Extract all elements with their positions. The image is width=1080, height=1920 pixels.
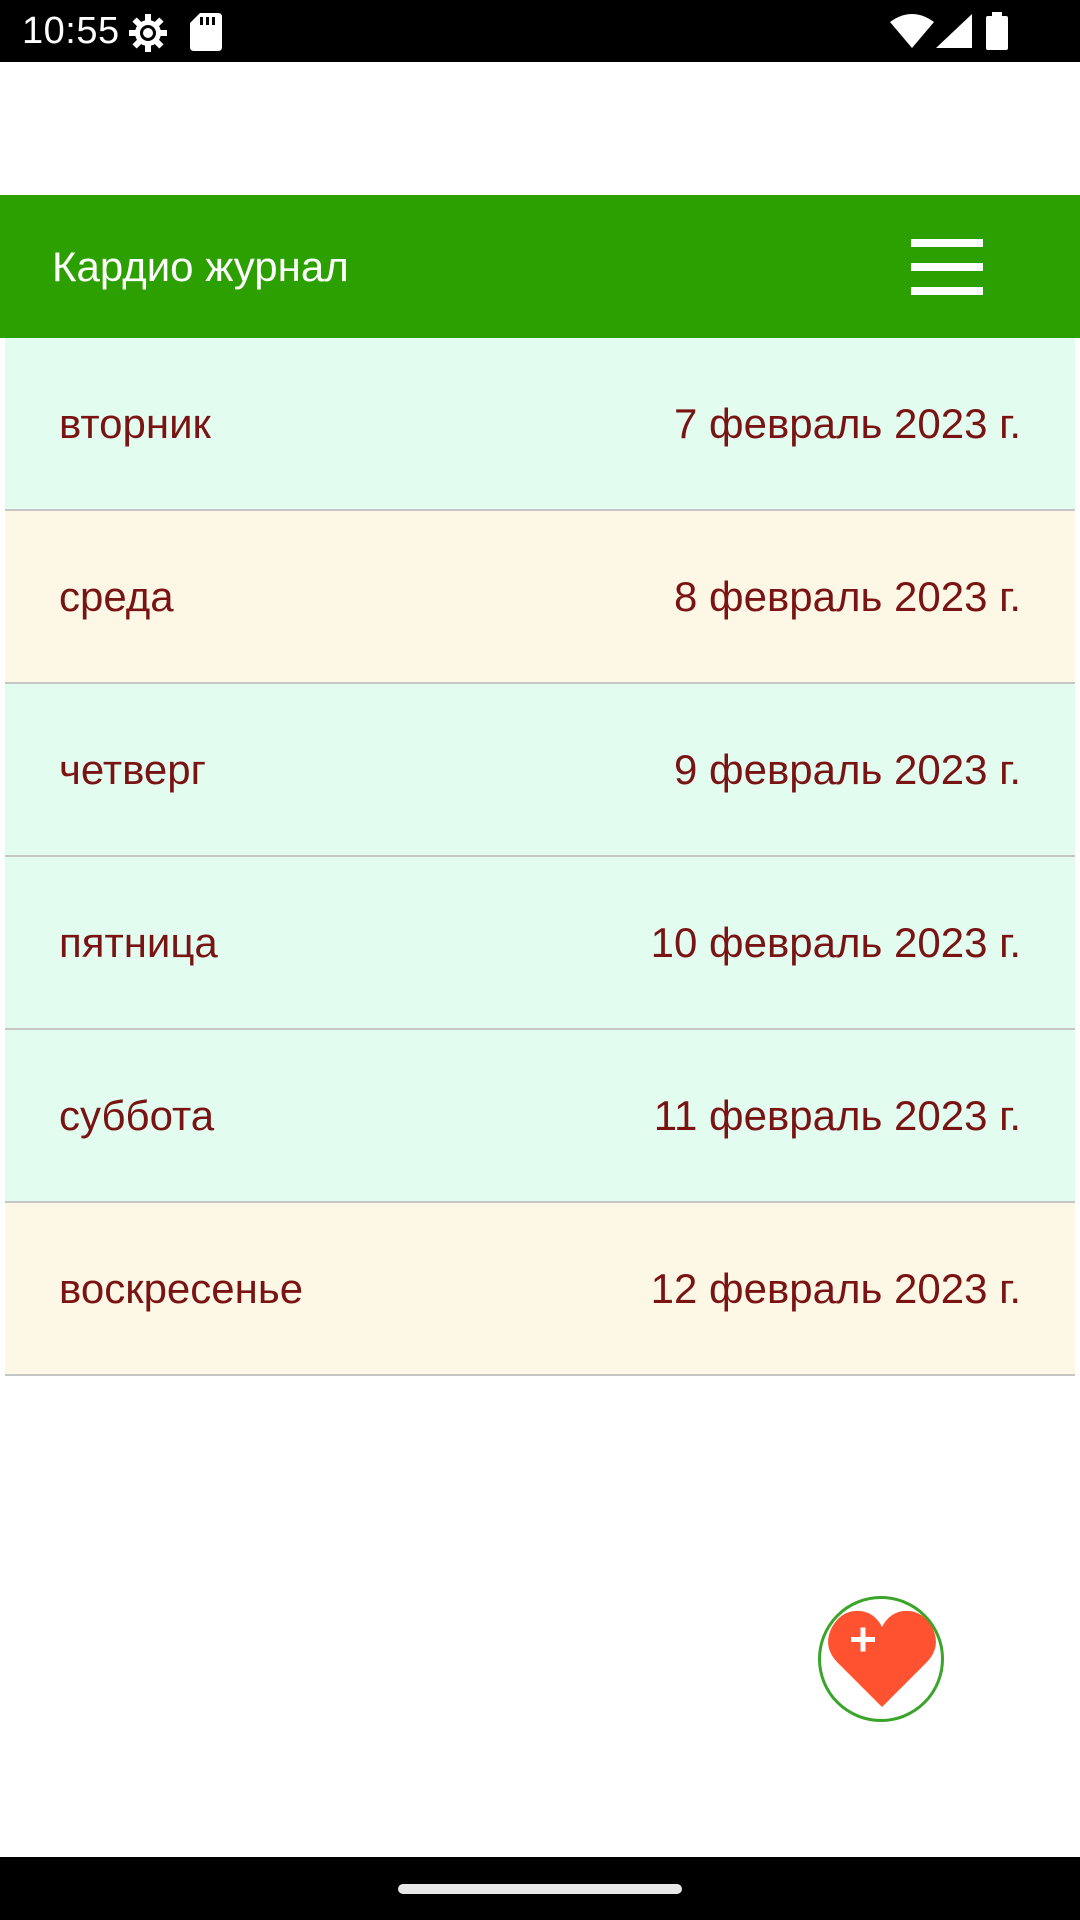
hamburger-menu-icon-bar <box>911 263 983 271</box>
cellular-signal-icon <box>936 14 972 48</box>
heart-plus-icon <box>828 1610 936 1707</box>
day-date: 10 февраль 2023 г. <box>650 919 1021 966</box>
day-name: пятница <box>59 919 218 966</box>
day-name: среда <box>59 573 174 620</box>
home-gesture-handle[interactable] <box>398 1884 682 1894</box>
screen: 10:55 Кардио журнал вторник 7 февраль 20… <box>0 0 1080 1920</box>
list-item[interactable]: воскресенье 12 февраль 2023 г. <box>5 1203 1075 1376</box>
day-date: 9 февраль 2023 г. <box>674 746 1021 793</box>
app-bar: Кардио журнал <box>0 195 1080 338</box>
list-item[interactable]: среда 8 февраль 2023 г. <box>5 511 1075 684</box>
day-date: 12 февраль 2023 г. <box>650 1265 1021 1312</box>
day-date: 8 февраль 2023 г. <box>674 573 1021 620</box>
hamburger-menu-icon-bar <box>911 287 983 295</box>
add-entry-fab[interactable] <box>818 1596 944 1722</box>
day-name: суббота <box>59 1092 215 1139</box>
sd-card-icon <box>190 13 222 51</box>
list-item[interactable]: четверг 9 февраль 2023 г. <box>5 684 1075 857</box>
list-item[interactable]: вторник 7 февраль 2023 г. <box>5 338 1075 511</box>
list-item[interactable]: пятница 10 февраль 2023 г. <box>5 857 1075 1030</box>
day-name: воскресенье <box>59 1265 304 1312</box>
day-list: вторник 7 февраль 2023 г. среда 8 февраль 2… <box>5 338 1075 1376</box>
day-name: четверг <box>59 746 206 793</box>
day-date: 7 февраль 2023 г. <box>674 400 1021 447</box>
day-name: вторник <box>59 400 211 447</box>
app-title: Кардио журнал <box>52 243 349 290</box>
list-item[interactable]: суббота 11 февраль 2023 г. <box>5 1030 1075 1203</box>
day-date: 11 февраль 2023 г. <box>653 1092 1021 1139</box>
battery-icon <box>986 12 1008 50</box>
wifi-icon <box>890 14 934 48</box>
status-bar: 10:55 <box>0 0 1080 62</box>
hamburger-menu-icon <box>911 239 983 247</box>
menu-button[interactable] <box>905 235 989 299</box>
navigation-bar <box>0 1857 1080 1920</box>
settings-gear-icon <box>129 14 167 52</box>
status-time: 10:55 <box>22 10 120 52</box>
